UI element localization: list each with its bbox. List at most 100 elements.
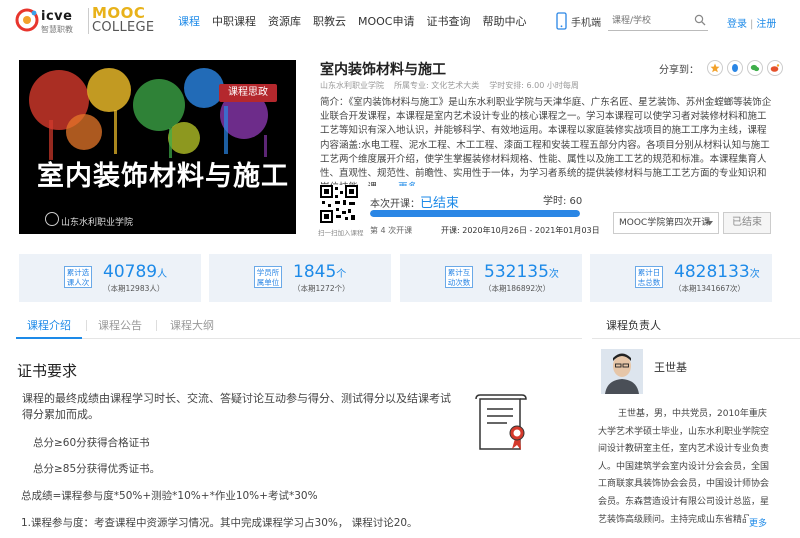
stat-value: 40789人 — [103, 262, 167, 282]
course-hours: 学时: 60 — [543, 196, 583, 207]
course-ended-button[interactable]: 已结束 — [723, 212, 771, 234]
session-status-row: 本次开课：已结束 — [370, 192, 459, 211]
nav-help-center[interactable]: 帮助中心 — [483, 13, 527, 29]
search-input[interactable] — [608, 11, 692, 30]
course-qr-code — [320, 185, 358, 223]
session-progress-bar — [370, 210, 580, 217]
mooc-college-logo[interactable]: MOOC COLLEGE — [92, 4, 158, 38]
weibo-share-icon[interactable] — [767, 60, 783, 76]
stat-number: 4828133 — [674, 262, 750, 282]
nav-secondary-course[interactable]: 中职课程 — [212, 13, 256, 29]
stat-interactions: 累计互动次数 532135次 （本期186892次） — [400, 254, 582, 302]
stat-current-term: （本期1341667次） — [674, 284, 745, 293]
stat-number: 532135 — [484, 262, 549, 282]
stat-tag: 累计日志总数 — [635, 266, 663, 288]
login-link[interactable]: 登录 — [727, 19, 747, 30]
icve-logo-text: icve — [41, 9, 73, 24]
nav-zhijiao-cloud[interactable]: 职教云 — [313, 13, 346, 29]
share-bar: 分享到： — [659, 60, 787, 76]
search-icon[interactable] — [694, 14, 706, 26]
stat-value: 1845个 — [293, 262, 346, 282]
auth-links: 登录 | 注册 — [727, 15, 776, 30]
nav-certificate-query[interactable]: 证书查询 — [427, 13, 471, 29]
tab-course-intro[interactable]: 课程介绍 — [27, 317, 71, 333]
search-box — [608, 11, 708, 31]
meta-hours: 学时安排: 6.00 小时每周 — [489, 81, 579, 90]
stat-tag: 累计互动次数 — [445, 266, 473, 288]
stat-unit: 个 — [336, 269, 347, 280]
stat-unit: 次 — [749, 269, 760, 280]
cover-title-text: 室内装饰材料与施工 — [37, 161, 289, 192]
mobile-app-link[interactable]: 手机端 — [556, 11, 601, 31]
auth-separator: | — [750, 19, 754, 30]
course-intro-text: 简介：《室内装饰材料与施工》是山东水利职业学院与天津华庭、广东名匠、星艺装饰、苏… — [320, 97, 772, 186]
term-number: 第 4 次开课 — [370, 226, 413, 235]
icve-logo-subtext: 智慧职教 — [41, 25, 73, 34]
stat-current-term: （本期1272个） — [293, 284, 350, 293]
tab-course-announcements[interactable]: 课程公告 — [98, 317, 142, 333]
course-info-panel: 课程思政 室内装饰材料与施工 山东水利职业学院 室内装饰材料与施工 山东水利职业… — [0, 42, 800, 250]
course-lead-header: 课程负责人 — [592, 313, 800, 339]
qzone-share-icon[interactable] — [707, 60, 723, 76]
active-tab-underline — [16, 337, 82, 339]
school-seal-icon — [45, 212, 59, 226]
tab-separator — [86, 320, 87, 331]
nav-course[interactable]: 课程 — [178, 13, 200, 29]
qq-share-icon[interactable] — [727, 60, 743, 76]
course-tabs: 课程介绍 课程公告 课程大纲 — [16, 313, 582, 339]
stat-institutions: 学员所属单位 1845个 （本期1272个） — [209, 254, 391, 302]
stat-tag: 累计选课人次 — [64, 266, 92, 288]
term-select-dropdown[interactable]: MOOC学院第四次开课 — [613, 212, 719, 234]
certificate-pass-rule: 总分≥60分获得合格证书 — [33, 437, 150, 449]
logo-divider — [88, 8, 89, 34]
participation-rule: 1.课程参与度：考查课程中资源学习情况。其中完成课程学习占30%， 课程讨论20… — [21, 517, 418, 529]
term-dates: 开课: 2020年10月26日 - 2021年01月03日 — [441, 226, 600, 235]
stat-number: 1845 — [293, 262, 337, 282]
course-meta: 山东水利职业学院 所属专业: 文化艺术大类 学时安排: 6.00 小时每周 — [320, 80, 589, 91]
meta-major: 所属专业: 文化艺术大类 — [394, 81, 480, 90]
teacher-avatar[interactable] — [601, 349, 643, 394]
stat-tag: 学员所属单位 — [254, 266, 282, 288]
stat-current-term: （本期12983人） — [103, 284, 165, 293]
term-select-value: MOOC学院第四次开课 — [619, 218, 711, 228]
stat-value: 532135次 — [484, 262, 559, 282]
certificate-excellent-rule: 总分≥85分获得优秀证书。 — [33, 463, 161, 475]
session-label: 本次开课： — [370, 199, 420, 210]
register-link[interactable]: 注册 — [756, 19, 776, 30]
course-lead-title: 课程负责人 — [606, 319, 661, 332]
cover-school-text: 山东水利职业学院 — [61, 218, 134, 228]
teacher-bio: 王世基，男，中共党员，2010年重庆大学艺术学硕士毕业，山东水利职业学院空间设计… — [598, 409, 770, 525]
wechat-share-icon[interactable] — [747, 60, 763, 76]
certificate-scroll-icon — [475, 394, 527, 450]
course-cover-image[interactable]: 课程思政 室内装饰材料与施工 山东水利职业学院 — [19, 60, 296, 234]
nav-resource-library[interactable]: 资源库 — [268, 13, 301, 29]
stat-enrollments: 累计选课人次 40789人 （本期12983人） — [19, 254, 201, 302]
qr-code-label: 扫一扫加入课程 — [318, 229, 364, 237]
stat-unit: 次 — [548, 269, 559, 280]
course-intro: 简介：《室内装饰材料与施工》是山东水利职业学院与天津华庭、广东名匠、星艺装饰、苏… — [320, 96, 775, 186]
stat-number: 40789 — [103, 262, 158, 282]
phone-icon — [556, 12, 567, 30]
meta-school[interactable]: 山东水利职业学院 — [320, 80, 384, 91]
college-logo-text: COLLEGE — [92, 20, 155, 35]
session-status: 已结束 — [420, 196, 460, 211]
top-header: icve 智慧职教 MOOC COLLEGE 课程 中职课程 资源库 职教云 M… — [0, 0, 800, 42]
icve-logo-icon — [15, 8, 39, 32]
course-title: 室内装饰材料与施工 — [320, 62, 446, 78]
certificate-requirements-title: 证书要求 — [17, 362, 78, 380]
certificate-description: 课程的最终成绩由课程学习时长、交流、答疑讨论互动参与得分、测试得分以及结课考试得… — [22, 392, 451, 421]
course-ideology-badge: 课程思政 — [219, 84, 277, 102]
session-progress-fill — [370, 210, 580, 217]
teacher-name: 王世基 — [654, 361, 687, 374]
icve-logo[interactable]: icve 智慧职教 — [15, 6, 85, 36]
tab-course-syllabus[interactable]: 课程大纲 — [170, 317, 214, 333]
stat-unit: 人 — [157, 269, 168, 280]
stat-logs: 累计日志总数 4828133次 （本期1341667次） — [590, 254, 772, 302]
grade-formula: 总成绩=课程参与度*50%+测验*10%+*作业10%+考试*30% — [21, 490, 318, 502]
stat-current-term: （本期186892次） — [484, 284, 551, 293]
mobile-app-label: 手机端 — [571, 17, 601, 29]
nav-mooc-apply[interactable]: MOOC申请 — [358, 13, 415, 29]
intro-more-link[interactable]: 更多 — [398, 182, 417, 186]
tab-separator — [156, 320, 157, 331]
teacher-more-link[interactable]: 更多 — [746, 516, 768, 529]
